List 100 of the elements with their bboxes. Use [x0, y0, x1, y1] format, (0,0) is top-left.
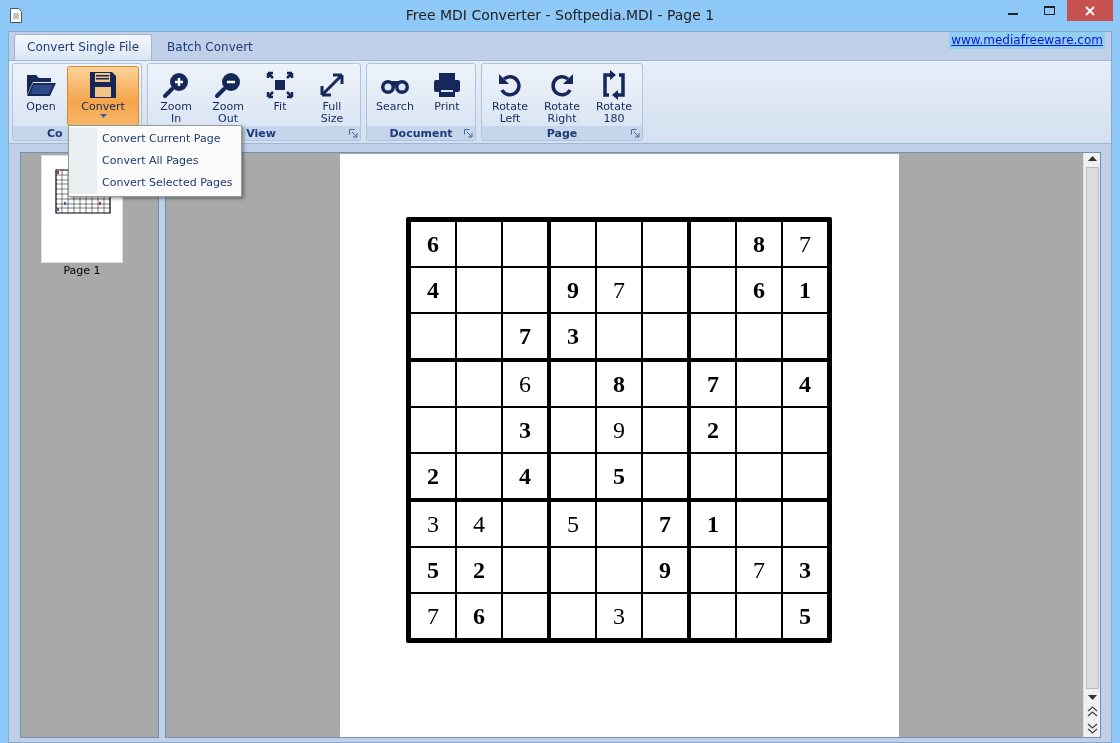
- sudoku-cell: 5: [783, 594, 827, 638]
- sudoku-cell: 9: [551, 268, 595, 312]
- document-icon: [10, 8, 22, 23]
- sudoku-cell: 9: [643, 548, 687, 592]
- empty-sudoku-cell: [597, 222, 641, 266]
- dialog-launcher-icon[interactable]: [464, 129, 473, 138]
- empty-sudoku-cell: [503, 594, 547, 638]
- sudoku-cell: 8: [597, 362, 641, 406]
- empty-sudoku-cell: [551, 222, 595, 266]
- ribbon-button[interactable]: Convert: [67, 66, 139, 126]
- empty-sudoku-cell: [597, 502, 641, 546]
- zoom-in-icon: [162, 70, 190, 99]
- empty-sudoku-cell: [411, 408, 455, 452]
- empty-sudoku-cell: [551, 362, 595, 406]
- empty-sudoku-cell: [597, 548, 641, 592]
- empty-sudoku-cell: [643, 454, 687, 498]
- sudoku-cell: 7: [691, 362, 735, 406]
- sudoku-cell: 9: [597, 408, 641, 452]
- ribbon-tab[interactable]: Batch Convert: [154, 34, 266, 60]
- empty-sudoku-cell: [737, 362, 781, 406]
- group-label: Page: [546, 126, 578, 140]
- sudoku-cell: 4: [783, 362, 827, 406]
- empty-sudoku-cell: [783, 408, 827, 452]
- zoom-out-icon: [214, 70, 242, 99]
- empty-sudoku-cell: [783, 314, 827, 358]
- sudoku-cell: 1: [783, 268, 827, 312]
- ribbon-button[interactable]: Fit: [254, 66, 306, 126]
- dialog-launcher-icon[interactable]: [349, 129, 358, 138]
- ribbon-button[interactable]: Rotate Left: [484, 66, 536, 126]
- ribbon-button[interactable]: Zoom Out: [202, 66, 254, 126]
- rotate-arrows-icon: [601, 69, 627, 100]
- sudoku-cell: 6: [457, 594, 501, 638]
- empty-sudoku-cell: [691, 314, 735, 358]
- empty-sudoku-cell: [691, 268, 735, 312]
- dialog-launcher-icon[interactable]: [631, 129, 640, 138]
- empty-sudoku-cell: [551, 548, 595, 592]
- scrollbar-thumb[interactable]: [1085, 167, 1099, 689]
- sudoku-cell: 7: [643, 502, 687, 546]
- empty-sudoku-cell: [457, 268, 501, 312]
- sudoku-cell: 3: [551, 314, 595, 358]
- ribbon-button[interactable]: Search: [369, 66, 421, 126]
- empty-sudoku-cell: [457, 362, 501, 406]
- empty-sudoku-cell: [597, 314, 641, 358]
- empty-sudoku-cell: [643, 314, 687, 358]
- empty-sudoku-cell: [551, 594, 595, 638]
- empty-sudoku-cell: [551, 454, 595, 498]
- sudoku-cell: 5: [597, 454, 641, 498]
- sudoku-cell: 4: [411, 268, 455, 312]
- group-label: Co: [47, 126, 63, 140]
- sudoku-cell: 3: [411, 502, 455, 546]
- printer-icon: [432, 70, 462, 99]
- sudoku-cell: 3: [503, 408, 547, 452]
- empty-sudoku-cell: [737, 502, 781, 546]
- sudoku-cell: 1: [691, 502, 735, 546]
- empty-sudoku-cell: [503, 502, 547, 546]
- fit-to-window-icon: [266, 70, 294, 99]
- ribbon-button[interactable]: Rotate Right: [536, 66, 588, 126]
- empty-sudoku-cell: [643, 362, 687, 406]
- empty-sudoku-cell: [457, 454, 501, 498]
- thumbnail-label: Page 1: [63, 264, 101, 277]
- double-chevron-icon[interactable]: [1086, 703, 1098, 737]
- sudoku-cell: 5: [411, 548, 455, 592]
- sudoku-cell: 2: [411, 454, 455, 498]
- ribbon-tab[interactable]: Convert Single File: [14, 34, 153, 60]
- empty-sudoku-cell: [737, 408, 781, 452]
- empty-sudoku-cell: [643, 594, 687, 638]
- sudoku-cell: 4: [503, 454, 547, 498]
- ribbon-button[interactable]: Print: [421, 66, 473, 126]
- minimize-icon: [1008, 12, 1018, 15]
- empty-sudoku-cell: [737, 594, 781, 638]
- group-label: View: [246, 126, 276, 140]
- empty-sudoku-cell: [691, 594, 735, 638]
- website-link[interactable]: www.mediafreeware.com: [949, 32, 1105, 49]
- ribbon-button[interactable]: Full Size: [306, 66, 358, 126]
- empty-sudoku-cell: [737, 454, 781, 498]
- sudoku-cell: 5: [551, 502, 595, 546]
- empty-sudoku-cell: [503, 222, 547, 266]
- empty-sudoku-cell: [783, 502, 827, 546]
- sudoku-cell: 3: [597, 594, 641, 638]
- empty-sudoku-cell: [691, 222, 735, 266]
- vertical-scrollbar[interactable]: [1083, 153, 1100, 737]
- close-button[interactable]: [1067, 0, 1113, 21]
- sudoku-cell: 6: [737, 268, 781, 312]
- empty-sudoku-cell: [643, 408, 687, 452]
- sudoku-cell: 2: [457, 548, 501, 592]
- ribbon-button[interactable]: Zoom In: [150, 66, 202, 126]
- empty-sudoku-cell: [691, 548, 735, 592]
- empty-sudoku-cell: [457, 222, 501, 266]
- ribbon-button[interactable]: Open: [15, 66, 67, 126]
- empty-sudoku-cell: [411, 314, 455, 358]
- sudoku-cell: 7: [597, 268, 641, 312]
- sudoku-cell: 7: [783, 222, 827, 266]
- empty-sudoku-cell: [737, 314, 781, 358]
- ribbon-button[interactable]: Rotate 180: [588, 66, 640, 126]
- sudoku-cell: 8: [737, 222, 781, 266]
- sudoku-cell: 6: [503, 362, 547, 406]
- empty-sudoku-cell: [643, 222, 687, 266]
- empty-sudoku-cell: [457, 408, 501, 452]
- empty-sudoku-cell: [783, 454, 827, 498]
- sudoku-cell: 6: [411, 222, 455, 266]
